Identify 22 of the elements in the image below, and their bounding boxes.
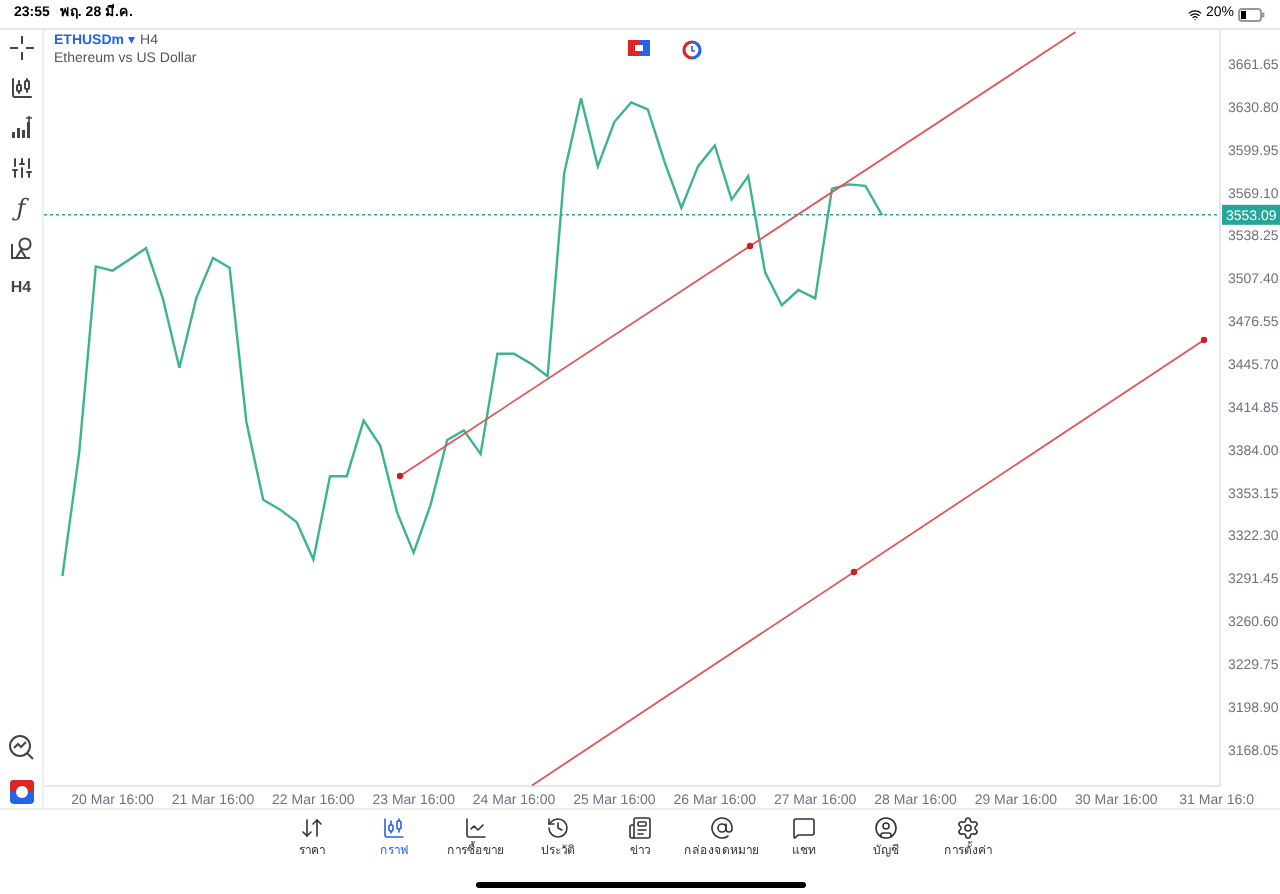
nav-icon [546,816,570,840]
sliders-icon[interactable] [9,156,33,180]
chart-search-icon[interactable] [8,734,34,760]
app-logo-icon[interactable] [9,780,33,804]
nav-icon [464,816,488,840]
shapes-icon[interactable] [9,236,33,260]
candlestick-icon[interactable] [9,76,33,100]
nav-icon [792,816,816,840]
nav-icon [710,816,734,840]
flag-icon[interactable] [628,40,650,56]
function-button[interactable]: ƒ [16,196,26,220]
timeframe-button[interactable]: H4 [10,276,32,300]
nav-icon [956,816,980,840]
battery-icon [1238,7,1266,21]
nav-icon [382,816,406,840]
nav-icon [874,816,898,840]
clock-icon[interactable] [682,40,702,60]
nav-icon [300,816,324,840]
nav-icon [628,816,652,840]
crosshair-icon[interactable] [9,36,33,60]
wifi-icon [1187,7,1202,21]
bar-chart-icon[interactable] [9,116,33,140]
